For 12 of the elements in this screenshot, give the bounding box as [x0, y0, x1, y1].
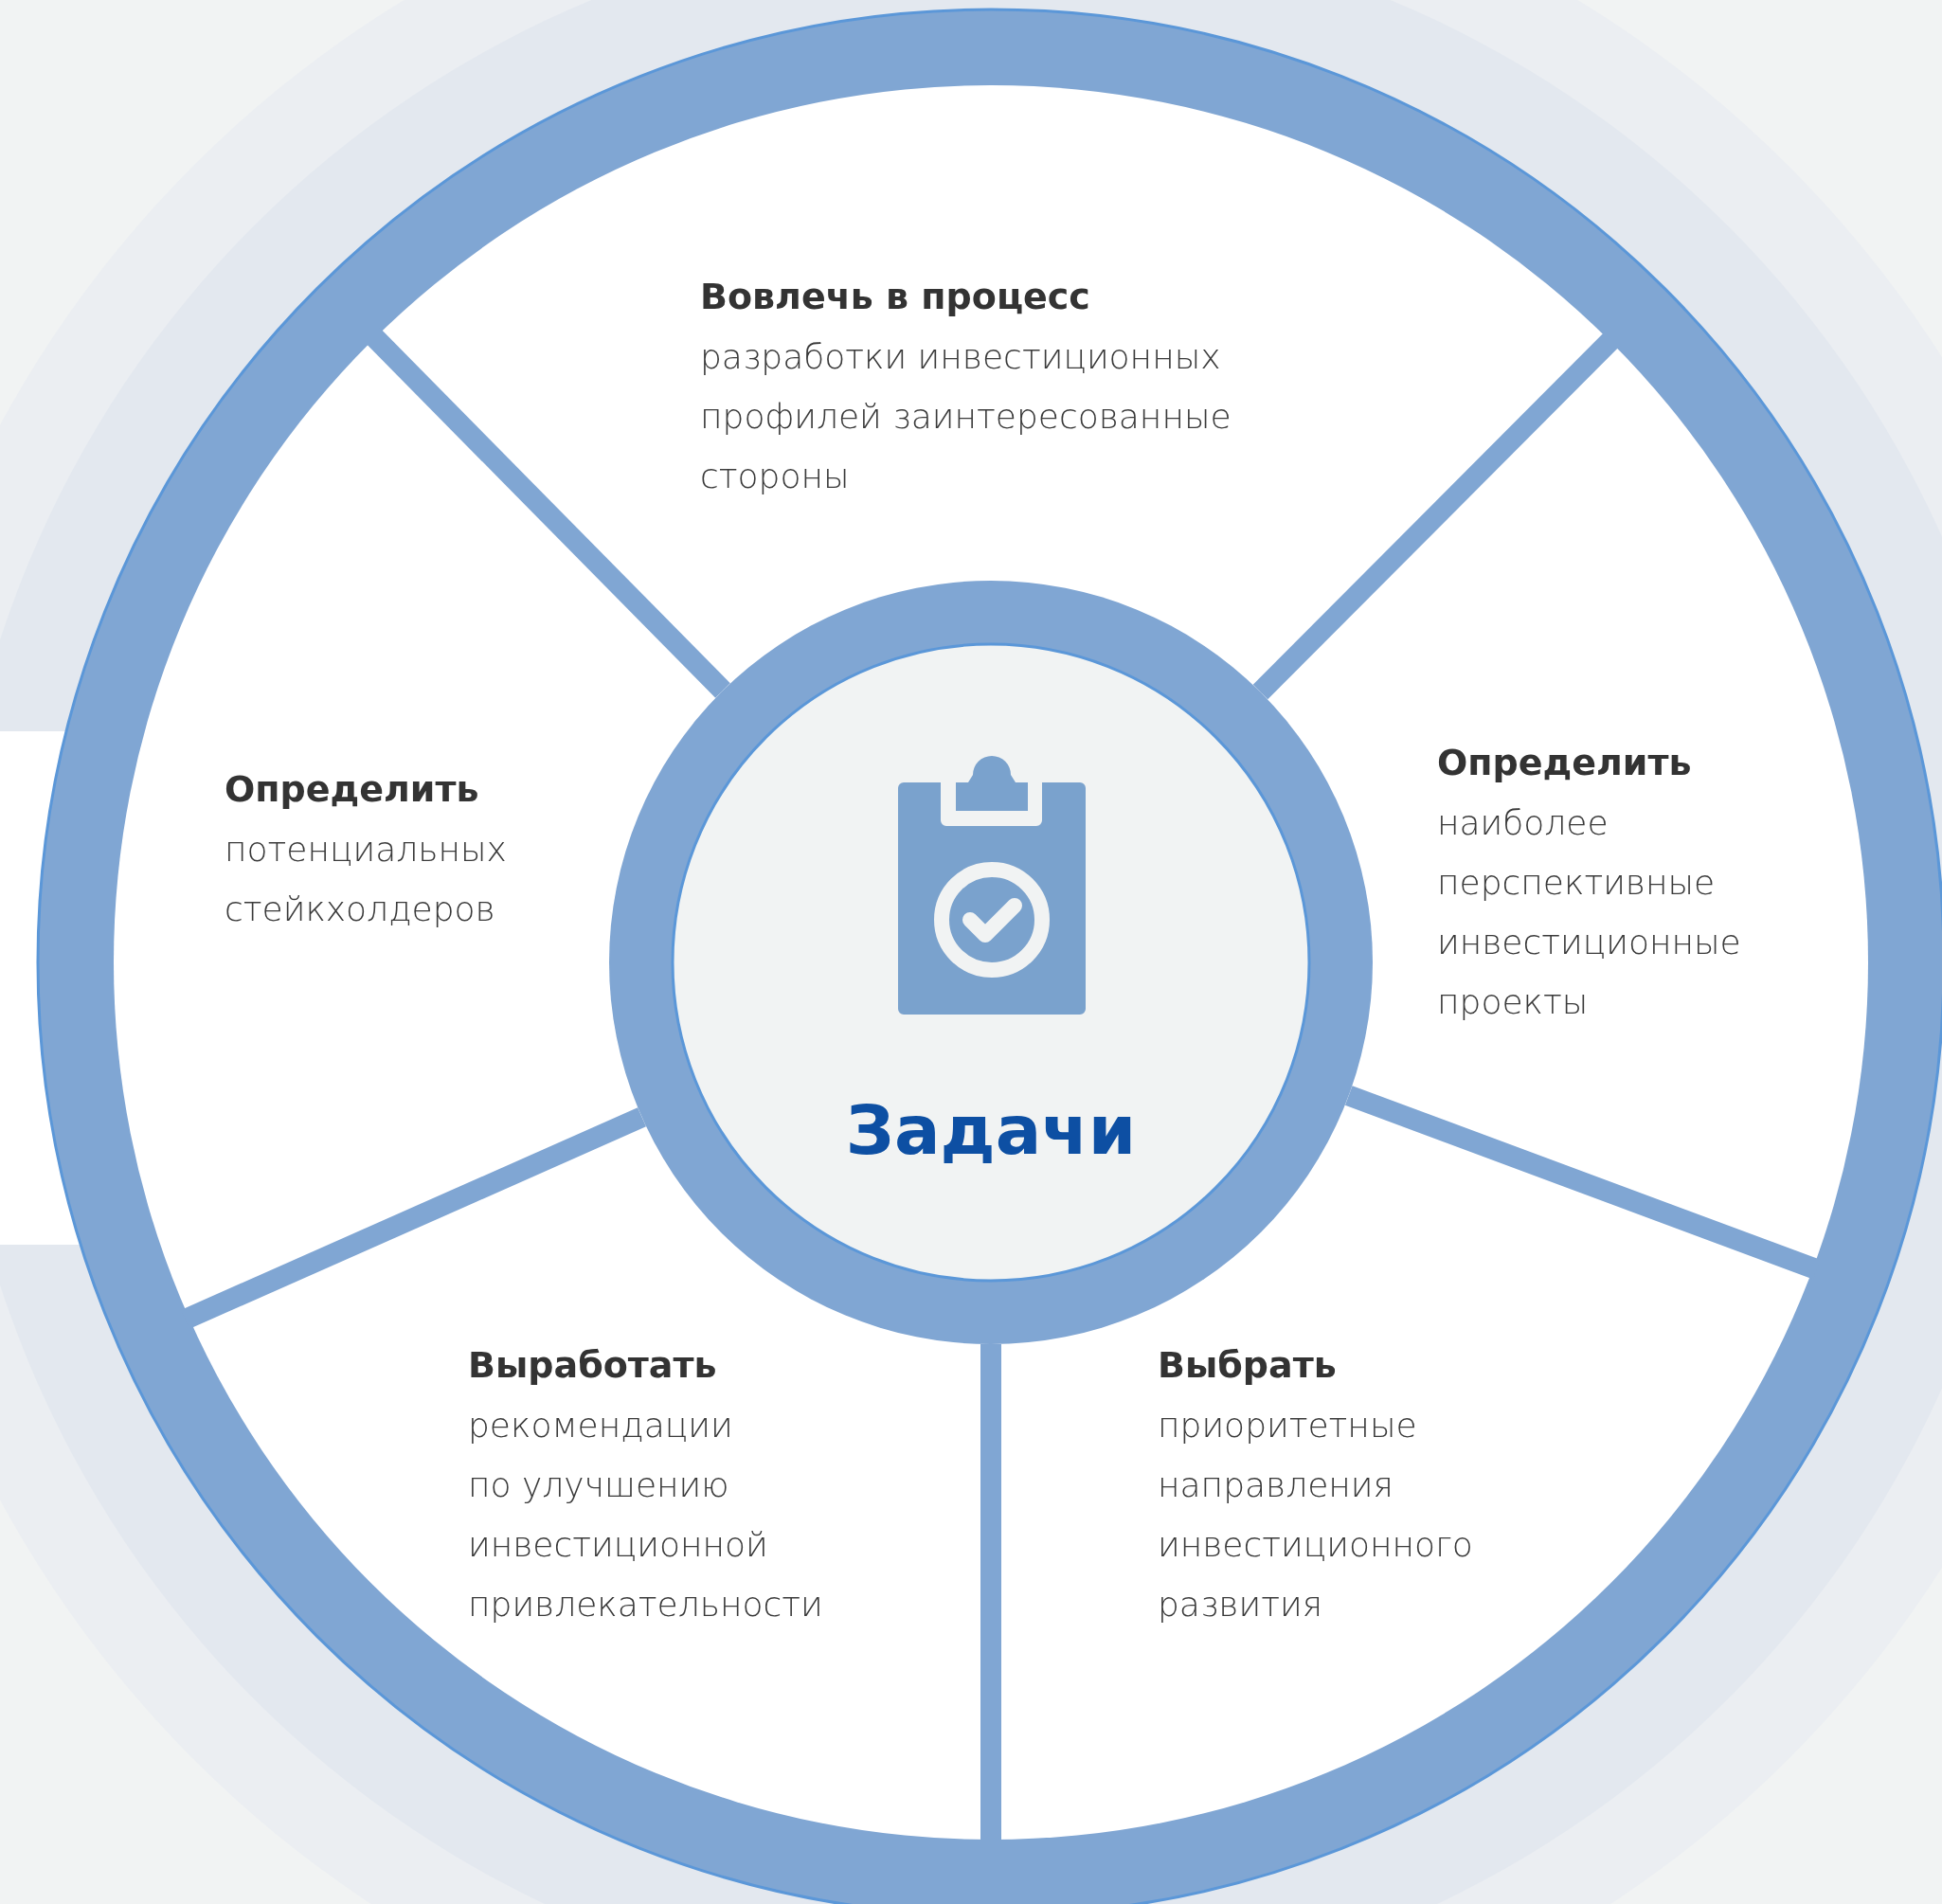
- segment-text: потенциальных стейкхолдеров: [225, 829, 507, 930]
- segment-title: Определить: [1437, 741, 1693, 785]
- clipboard-check-icon: [898, 756, 1086, 1015]
- segment-text: рекомендации по улучшению инвестиционной привлекательности: [468, 1405, 823, 1626]
- segment-text: приоритетные направления инвестиционного развития: [1158, 1405, 1473, 1626]
- segment-title: Выработать: [468, 1343, 718, 1388]
- center-title: Задачи: [844, 1089, 1138, 1172]
- segment-title: Определить: [225, 767, 480, 812]
- segment-title: Выбрать: [1158, 1343, 1338, 1388]
- segment-text: наиболее перспективные инвестиционные проекты: [1437, 802, 1741, 1023]
- segment-title: Вовлечь в процесс: [700, 275, 1091, 319]
- segment-text: разработки инвестиционных профилей заинтересованные стороны: [700, 336, 1232, 497]
